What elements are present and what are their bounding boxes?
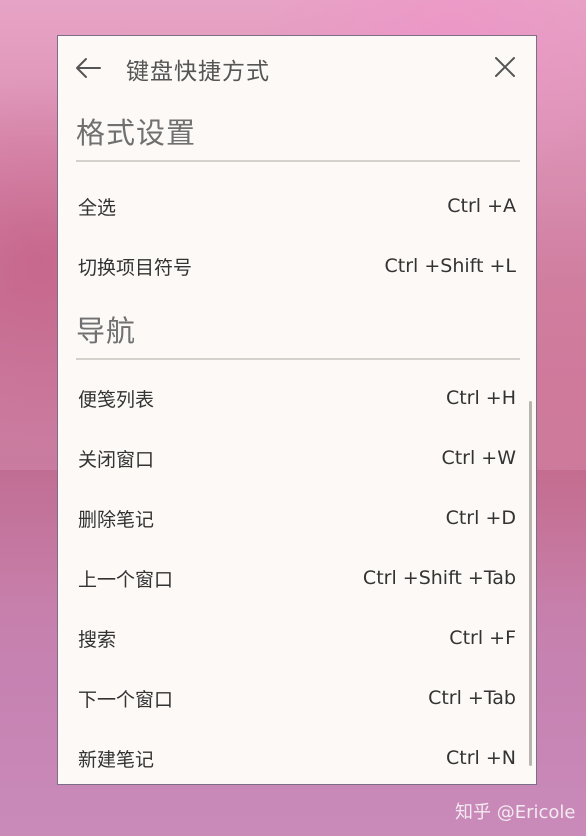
- watermark-text: 知乎 @Ericole: [455, 802, 576, 823]
- title-bar: 键盘快捷方式: [58, 36, 536, 98]
- back-button[interactable]: [70, 50, 106, 86]
- shortcuts-panel: 键盘快捷方式 格式设置 全选 Ctrl +A 切换项目符号 Ctrl +Shif…: [57, 35, 537, 785]
- shortcut-label: 切换项目符号: [78, 256, 193, 279]
- shortcut-label: 关闭窗口: [78, 448, 155, 471]
- arrow-left-icon: [76, 58, 101, 78]
- shortcut-keys: Ctrl +F: [449, 627, 516, 649]
- section-divider: [76, 160, 520, 162]
- close-icon: [495, 57, 515, 77]
- page-title: 键盘快捷方式: [126, 59, 270, 85]
- shortcut-row-notes-list[interactable]: 便笺列表 Ctrl +H: [78, 378, 516, 418]
- shortcut-row-search[interactable]: 搜索 Ctrl +F: [78, 618, 516, 658]
- scrollbar-thumb[interactable]: [529, 401, 532, 766]
- shortcut-keys: Ctrl +H: [445, 387, 516, 409]
- shortcut-keys: Ctrl +N: [446, 747, 516, 769]
- shortcut-row-select-all[interactable]: 全选 Ctrl +A: [78, 186, 516, 226]
- shortcut-label: 搜索: [78, 628, 117, 651]
- shortcut-keys: Ctrl +Tab: [428, 687, 516, 709]
- shortcut-label: 便笺列表: [78, 388, 155, 411]
- section-title-navigation: 导航: [76, 314, 137, 348]
- shortcut-row-next-window[interactable]: 下一个窗口 Ctrl +Tab: [78, 678, 516, 718]
- shortcut-label: 删除笔记: [78, 508, 155, 531]
- section-divider: [76, 358, 520, 360]
- shortcut-label: 上一个窗口: [78, 568, 174, 591]
- shortcut-row-close-window[interactable]: 关闭窗口 Ctrl +W: [78, 438, 516, 478]
- shortcut-keys: Ctrl +Shift +Tab: [362, 567, 516, 589]
- shortcut-row-previous-window[interactable]: 上一个窗口 Ctrl +Shift +Tab: [78, 558, 516, 598]
- shortcut-label: 下一个窗口: [78, 688, 174, 711]
- shortcut-keys: Ctrl +D: [445, 507, 516, 529]
- shortcut-keys: Ctrl +A: [447, 195, 516, 217]
- shortcut-label: 全选: [78, 196, 117, 219]
- section-title-formatting: 格式设置: [76, 116, 197, 150]
- shortcut-row-new-note[interactable]: 新建笔记 Ctrl +N: [78, 738, 516, 778]
- shortcut-label: 新建笔记: [78, 748, 155, 771]
- shortcut-row-delete-note[interactable]: 删除笔记 Ctrl +D: [78, 498, 516, 538]
- shortcut-row-toggle-bullets[interactable]: 切换项目符号 Ctrl +Shift +L: [78, 246, 516, 286]
- shortcut-keys: Ctrl +W: [441, 447, 516, 469]
- close-button[interactable]: [488, 50, 522, 84]
- shortcut-keys: Ctrl +Shift +L: [384, 255, 517, 277]
